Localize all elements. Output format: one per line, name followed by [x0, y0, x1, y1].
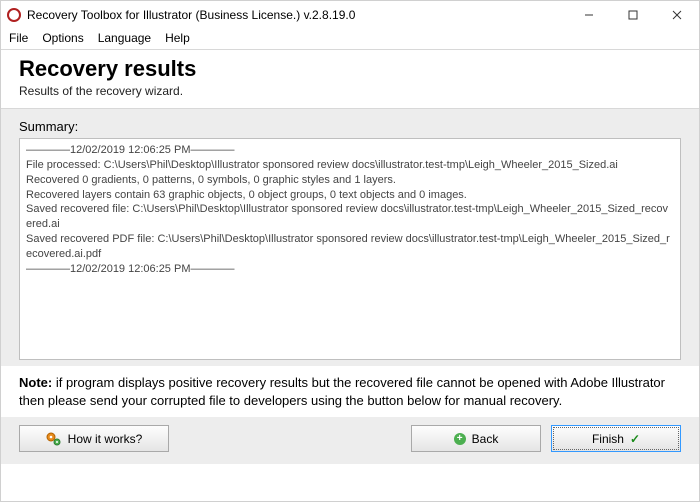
note-prefix: Note: — [19, 375, 52, 390]
window-title: Recovery Toolbox for Illustrator (Busine… — [27, 8, 567, 22]
check-icon: ✓ — [630, 432, 640, 446]
back-button[interactable]: + Back — [411, 425, 541, 452]
heading-area: Recovery results Results of the recovery… — [1, 50, 699, 109]
back-icon: + — [454, 433, 466, 445]
button-bar: How it works? + Back Finish ✓ — [1, 417, 699, 464]
note-text: Note: if program displays positive recov… — [1, 366, 699, 417]
back-label: Back — [472, 432, 499, 446]
close-button[interactable] — [655, 1, 699, 29]
how-it-works-button[interactable]: How it works? — [19, 425, 169, 452]
page-title: Recovery results — [19, 56, 681, 82]
summary-panel: Summary: ————12/02/2019 12:06:25 PM———— … — [1, 109, 699, 366]
minimize-button[interactable] — [567, 1, 611, 29]
finish-label: Finish — [592, 432, 624, 446]
note-body: if program displays positive recovery re… — [19, 375, 665, 408]
menu-file[interactable]: File — [9, 31, 28, 45]
how-it-works-label: How it works? — [68, 432, 143, 446]
maximize-button[interactable] — [611, 1, 655, 29]
page-subtitle: Results of the recovery wizard. — [19, 84, 681, 98]
finish-button[interactable]: Finish ✓ — [551, 425, 681, 452]
window-controls — [567, 1, 699, 29]
gear-icon — [46, 432, 62, 446]
summary-label: Summary: — [19, 119, 681, 134]
menu-help[interactable]: Help — [165, 31, 190, 45]
menu-bar: File Options Language Help — [1, 29, 699, 50]
summary-textbox[interactable]: ————12/02/2019 12:06:25 PM———— File proc… — [19, 138, 681, 360]
menu-options[interactable]: Options — [42, 31, 83, 45]
menu-language[interactable]: Language — [98, 31, 151, 45]
app-icon — [7, 8, 21, 22]
title-bar: Recovery Toolbox for Illustrator (Busine… — [1, 1, 699, 29]
